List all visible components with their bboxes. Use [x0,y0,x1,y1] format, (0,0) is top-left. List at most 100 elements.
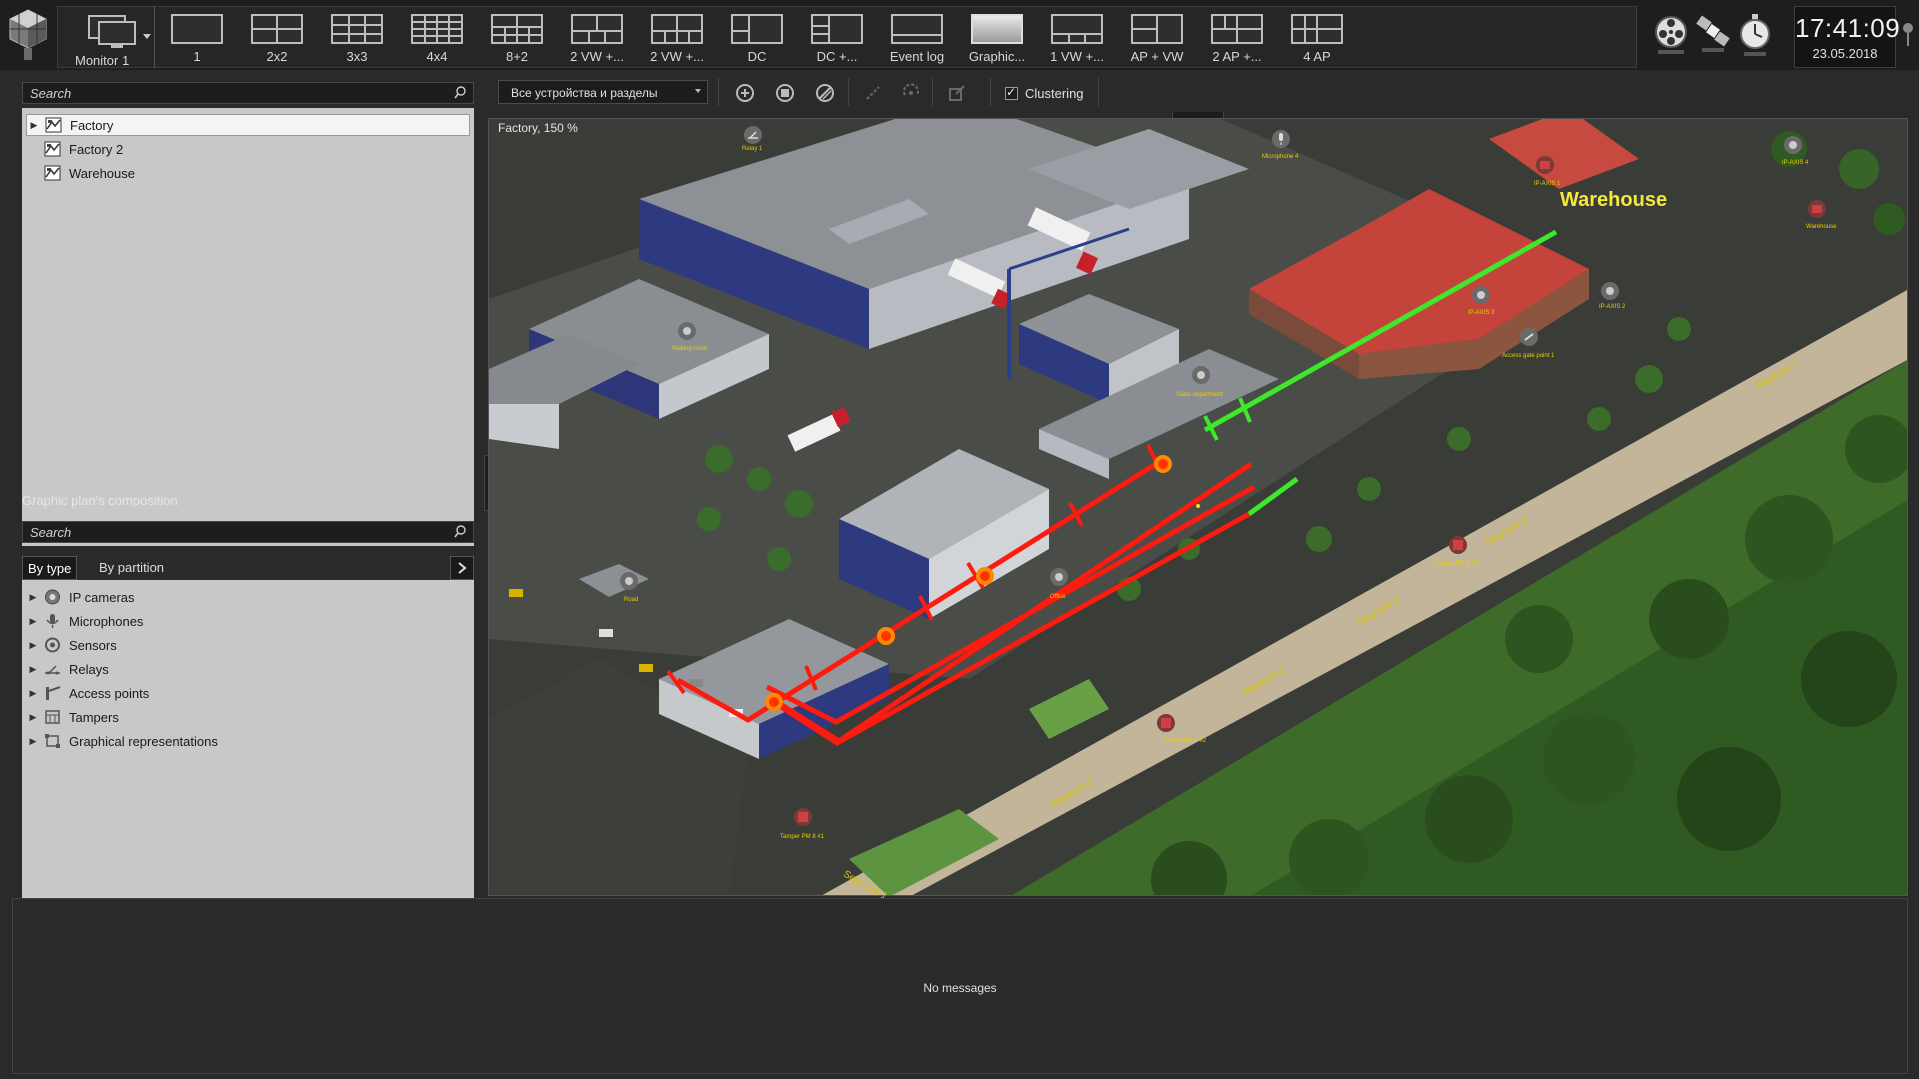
camera-icon [1812,205,1822,213]
road-marker[interactable] [620,572,638,590]
sales-department-marker[interactable] [1192,366,1210,384]
layout-2x2-label: 2x2 [266,49,288,64]
tabs-next-button[interactable] [450,556,474,580]
map-icon [44,165,61,181]
warehouse-marker-label: Warehouse [1806,224,1837,230]
layout-4ap-button[interactable]: 4 AP [1278,6,1356,66]
rotate-icon[interactable] [900,82,922,104]
clustering-checkbox[interactable]: Clustering [1005,83,1084,103]
film-reel-icon[interactable] [1652,12,1690,58]
layout-3x3-button[interactable]: 3x3 [318,6,396,66]
layout-1-label: 1 [193,49,201,64]
layout-2vw-b-label: 2 VW +... [650,49,704,64]
chevron-down-icon [695,89,701,93]
ip-axis-2-marker[interactable] [1601,282,1619,300]
clock-date: 23.05.2018 [1812,46,1878,61]
ip-axis-3-marker[interactable] [1472,286,1490,304]
tab-by-partition[interactable]: By partition [94,556,169,580]
layout-2vw-a-button[interactable]: 2 VW +... [558,6,636,66]
layout-ap-vw-button[interactable]: AP + VW [1118,6,1196,66]
category-access-points[interactable]: ▶ Access points [26,682,150,704]
divider [1098,78,1099,106]
layout-4x4-button[interactable]: 4x4 [398,6,476,66]
tamper-2-marker[interactable] [1157,714,1175,732]
search-icon [454,525,466,538]
checkbox-checked-icon[interactable] [1005,85,1018,100]
ip-axis-1-marker[interactable] [1536,156,1554,174]
layout-dc-plus-button[interactable]: DC +... [798,6,876,66]
layout-2x2-button[interactable]: 2x2 [238,6,316,66]
tamper-3-marker[interactable] [1449,536,1467,554]
tamper-1-marker[interactable] [794,808,812,826]
ip-axis-4-marker[interactable] [1784,136,1802,154]
pin-icon[interactable] [1898,20,1918,50]
maps-search-input[interactable]: Search [22,82,474,104]
category-ip-cameras[interactable]: ▶ IP cameras [26,586,135,608]
waiting-room-marker[interactable] [678,322,696,340]
satellite-icon[interactable] [1694,12,1732,58]
tamper-3-label: Tamper PM 8 #3 [1434,561,1479,567]
expand-arrow-icon[interactable]: ▶ [26,640,40,651]
category-label: Graphical representations [69,733,218,749]
relay-marker-label: Relay 1 [742,146,763,152]
zoom-in-icon[interactable] [734,82,756,104]
category-graphical-representations[interactable]: ▶ Graphical representations [26,730,218,752]
expand-arrow-icon[interactable]: ▶ [27,120,41,131]
map-item-label: Factory [70,117,114,133]
tamper-icon [45,710,60,724]
warehouse-marker[interactable] [1808,200,1826,218]
layout-2x2-icon [251,14,303,44]
layout-8plus2-button[interactable]: 8+2 [478,6,556,66]
map-item-label: Warehouse [69,165,135,181]
monitor-select-button[interactable]: Monitor 1 [65,6,155,68]
hide-layer-icon[interactable] [814,82,836,104]
relay-marker[interactable] [744,126,762,144]
layout-ap-vw-label: AP + VW [1130,49,1184,64]
layout-8plus2-icon [491,14,543,44]
map-item-factory[interactable]: ▶ Factory [26,114,470,136]
map-item-warehouse[interactable]: Warehouse [26,162,135,184]
category-microphones[interactable]: ▶ Microphones [26,610,144,632]
layout-1vw-button[interactable]: 1 VW +... [1038,6,1116,66]
expand-arrow-icon[interactable]: ▶ [26,688,40,699]
expand-arrow-icon[interactable]: ▶ [26,616,40,627]
access-gate-marker[interactable] [1520,328,1538,346]
expand-arrow-icon[interactable]: ▶ [26,592,40,603]
layout-dc-button[interactable]: DC [718,6,796,66]
divider [990,78,991,106]
tab-by-type[interactable]: By type [22,556,78,580]
expand-arrow-icon[interactable]: ▶ [26,712,40,723]
device-filter-select[interactable]: Все устройства и разделы [498,80,708,104]
camera-icon [1477,291,1485,299]
layout-1vw-icon [1051,14,1103,44]
fit-view-icon[interactable] [774,82,796,104]
layout-1-button[interactable]: 1 [158,6,236,66]
divider [848,78,849,106]
category-relays[interactable]: ▶ Relays [26,658,109,680]
device-filter-value: Все устройства и разделы [511,86,658,100]
export-icon[interactable] [946,82,968,104]
system-icons [1644,8,1784,64]
layout-event-log-button[interactable]: Event log [878,6,956,66]
draw-line-icon[interactable] [862,82,884,104]
category-tampers[interactable]: ▶ Tampers [26,706,119,728]
expand-arrow-icon[interactable]: ▶ [26,664,40,675]
graphic-rep-icon [45,734,60,748]
search-icon [454,86,466,99]
layout-graphic-button[interactable]: Graphic... [958,6,1036,66]
composition-search-input[interactable]: Search [22,521,474,543]
layout-2vw-b-button[interactable]: 2 VW +... [638,6,716,66]
access-point-icon [1524,333,1534,341]
map-item-factory-2[interactable]: Factory 2 [26,138,123,160]
ip-axis-1-label: IP-AXIS 1 [1534,181,1561,187]
camera-icon [45,589,60,605]
layout-2ap-button[interactable]: 2 AP +... [1198,6,1276,66]
expand-arrow-icon[interactable]: ▶ [26,736,40,747]
stopwatch-icon[interactable] [1736,12,1774,58]
layout-4x4-label: 4x4 [426,49,448,64]
monitor-icon [88,15,136,48]
category-sensors[interactable]: ▶ Sensors [26,634,117,656]
microphone-marker[interactable] [1272,130,1290,148]
office-marker[interactable] [1050,568,1068,586]
clock-time: 17:41:09 [1795,13,1901,43]
